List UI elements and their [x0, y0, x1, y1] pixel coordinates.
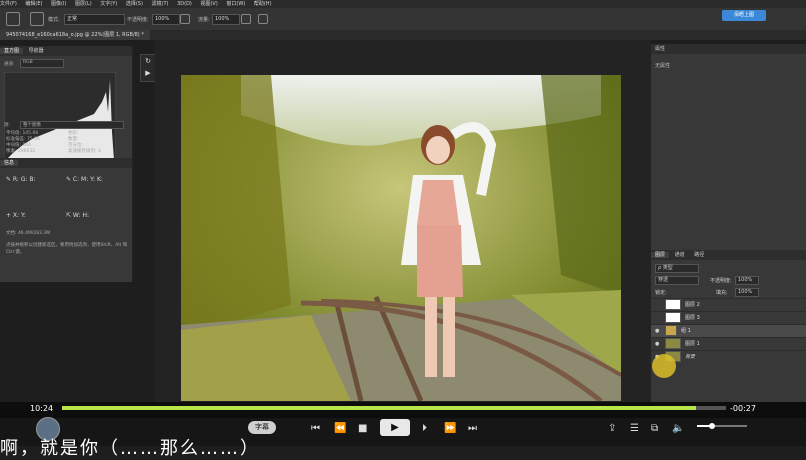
- menu-help[interactable]: 帮助(H): [254, 1, 272, 7]
- stat-cache: 高速缓存级别: 4: [68, 149, 101, 154]
- tab-navigator[interactable]: 导航器: [25, 48, 48, 54]
- mouse-cursor-highlight: [652, 354, 676, 378]
- layer-opacity-field[interactable]: 100%: [735, 276, 759, 285]
- skip-next-icon[interactable]: ⏭: [468, 422, 477, 436]
- info-tab-bar: 信息: [0, 158, 132, 168]
- tab-paths[interactable]: 路径: [690, 252, 708, 258]
- remaining-time: -00:27: [730, 404, 756, 413]
- subtitle-button[interactable]: 字幕: [248, 421, 276, 434]
- layer-row[interactable]: ● 图层 1: [651, 337, 806, 350]
- histogram-panel: 直方图 导航器 通道: RGB 源: 整个图像 平均值: 145.06 标准偏差…: [0, 46, 133, 282]
- layer-name: 图层 3: [685, 315, 700, 321]
- rewind-icon[interactable]: ⏪: [334, 422, 346, 436]
- volume-knob[interactable]: [709, 423, 715, 429]
- screenshot-icon[interactable]: ⧉: [651, 422, 658, 436]
- menu-view[interactable]: 视图(V): [200, 1, 217, 7]
- rotate-icon[interactable]: ↻: [141, 55, 155, 67]
- pressure-opacity-icon[interactable]: [180, 14, 190, 24]
- volume-slider[interactable]: [697, 423, 747, 429]
- document-tab[interactable]: 945074168_e160ca618a_o.jpg @ 22%(图层 1, R…: [0, 30, 150, 40]
- airbrush-icon[interactable]: [241, 14, 251, 24]
- lock-label: 锁定:: [655, 290, 667, 296]
- stat-pixels: 像素: 298632: [6, 149, 36, 154]
- menu-bar: 文件(F) 编辑(E) 图像(I) 图层(L) 文字(Y) 选择(S) 滤镜(T…: [0, 0, 806, 8]
- elapsed-time: 10:24: [30, 404, 54, 413]
- login-button[interactable]: 佰晤上图: [722, 10, 766, 21]
- menu-filter[interactable]: 滤镜(T): [152, 1, 169, 7]
- eyedropper-cmyk-icon: ✎ C: M: Y: K:: [66, 176, 103, 183]
- menu-window[interactable]: 窗口(W): [226, 1, 245, 7]
- size-icon: ⇱ W: H:: [66, 212, 89, 219]
- share-icon[interactable]: ⇪: [608, 422, 616, 436]
- subtitle-caption: 啊，就是你（……那么……）: [0, 438, 260, 459]
- info-hint: 点按并拖移以创建新选区。要用附加选项，使用Shift、Alt 和 Ctrl 键。: [6, 243, 128, 255]
- crosshair-icon: + X: Y:: [6, 212, 26, 219]
- brush-preset-icon[interactable]: [30, 12, 44, 26]
- seek-track[interactable]: [62, 406, 726, 410]
- layers-tab-bar: 图层 通道 路径: [651, 250, 806, 260]
- play-action-icon[interactable]: ▶: [141, 67, 155, 79]
- fill-label: 填充:: [716, 290, 728, 296]
- fast-forward-icon[interactable]: ⏩: [444, 422, 456, 436]
- source-label: 源:: [4, 123, 11, 128]
- menu-3d[interactable]: 3D(D): [177, 1, 192, 7]
- play-icon[interactable]: ▶: [380, 419, 410, 436]
- layer-row[interactable]: 图层 2: [651, 298, 806, 311]
- flow-label: 流量:: [198, 17, 210, 23]
- mode-label: 模式:: [48, 17, 60, 23]
- properties-header: 属性: [651, 44, 806, 54]
- next-frame-icon[interactable]: ⏵: [422, 422, 427, 436]
- left-panel-tabs: 直方图 导航器: [0, 46, 132, 56]
- player-progress-bar: [0, 402, 806, 418]
- layer-kind-filter[interactable]: ρ 类型: [655, 264, 699, 273]
- brush-tool-icon[interactable]: [6, 12, 20, 26]
- menu-image[interactable]: 图像(I): [51, 1, 66, 7]
- blend-mode-select[interactable]: 穿透: [655, 276, 699, 285]
- info-doc-size: 文档: 46.4M/283.3M: [6, 231, 51, 236]
- tab-info[interactable]: 信息: [0, 160, 19, 166]
- tab-channels[interactable]: 通道: [671, 252, 689, 258]
- tab-histogram[interactable]: 直方图: [0, 48, 24, 54]
- layer-row[interactable]: ● 组 1: [651, 324, 806, 337]
- menu-select[interactable]: 选择(S): [126, 1, 143, 7]
- opacity-field[interactable]: 100%: [152, 14, 180, 25]
- options-bar: 模式: 正常 不透明度: 100% 流量: 100%: [0, 8, 806, 31]
- menu-file[interactable]: 文件(F): [0, 1, 17, 7]
- menu-type[interactable]: 文字(Y): [100, 1, 117, 7]
- volume-icon[interactable]: 🔈: [672, 422, 684, 436]
- channel-label: 通道:: [4, 62, 15, 67]
- prev-icon[interactable]: ⏮: [311, 422, 320, 436]
- folder-icon: [665, 325, 677, 336]
- flow-field[interactable]: 100%: [212, 14, 240, 25]
- layer-thumbnail: [665, 338, 681, 349]
- layer-thumbnail: [665, 299, 681, 310]
- document-tab-bar: 945074168_e160ca618a_o.jpg @ 22%(图层 1, R…: [0, 30, 806, 40]
- pressure-size-icon[interactable]: [258, 14, 268, 24]
- layer-name: 图层 1: [685, 341, 700, 347]
- channel-select[interactable]: RGB: [20, 59, 64, 68]
- source-select[interactable]: 整个图像: [20, 121, 124, 129]
- layer-thumbnail: [665, 312, 681, 323]
- layer-name: 图层 2: [685, 302, 700, 308]
- layer-name: 背景: [685, 354, 696, 360]
- playlist-icon[interactable]: ☰: [630, 422, 639, 436]
- layer-fill-field[interactable]: 100%: [735, 288, 759, 297]
- eye-icon[interactable]: ●: [655, 325, 665, 337]
- seek-fill: [62, 406, 697, 410]
- eye-icon[interactable]: ●: [655, 338, 665, 350]
- menu-edit[interactable]: 编辑(E): [25, 1, 42, 7]
- opacity-label: 不透明度:: [127, 17, 149, 23]
- menu-layer[interactable]: 图层(L): [75, 1, 92, 7]
- layer-row[interactable]: 图层 3: [651, 311, 806, 324]
- mini-toolbar: ↻ ▶: [140, 54, 156, 82]
- tab-layers[interactable]: 图层: [651, 252, 670, 258]
- canvas-photo[interactable]: [181, 75, 621, 401]
- properties-empty: 无属性: [655, 63, 671, 69]
- stop-icon[interactable]: ■: [358, 422, 367, 436]
- eyedropper-icon: ✎ R: G: B:: [6, 176, 36, 183]
- layer-name: 组 1: [681, 328, 691, 334]
- layer-opacity-label: 不透明度:: [710, 278, 732, 284]
- mode-select[interactable]: 正常: [64, 14, 125, 25]
